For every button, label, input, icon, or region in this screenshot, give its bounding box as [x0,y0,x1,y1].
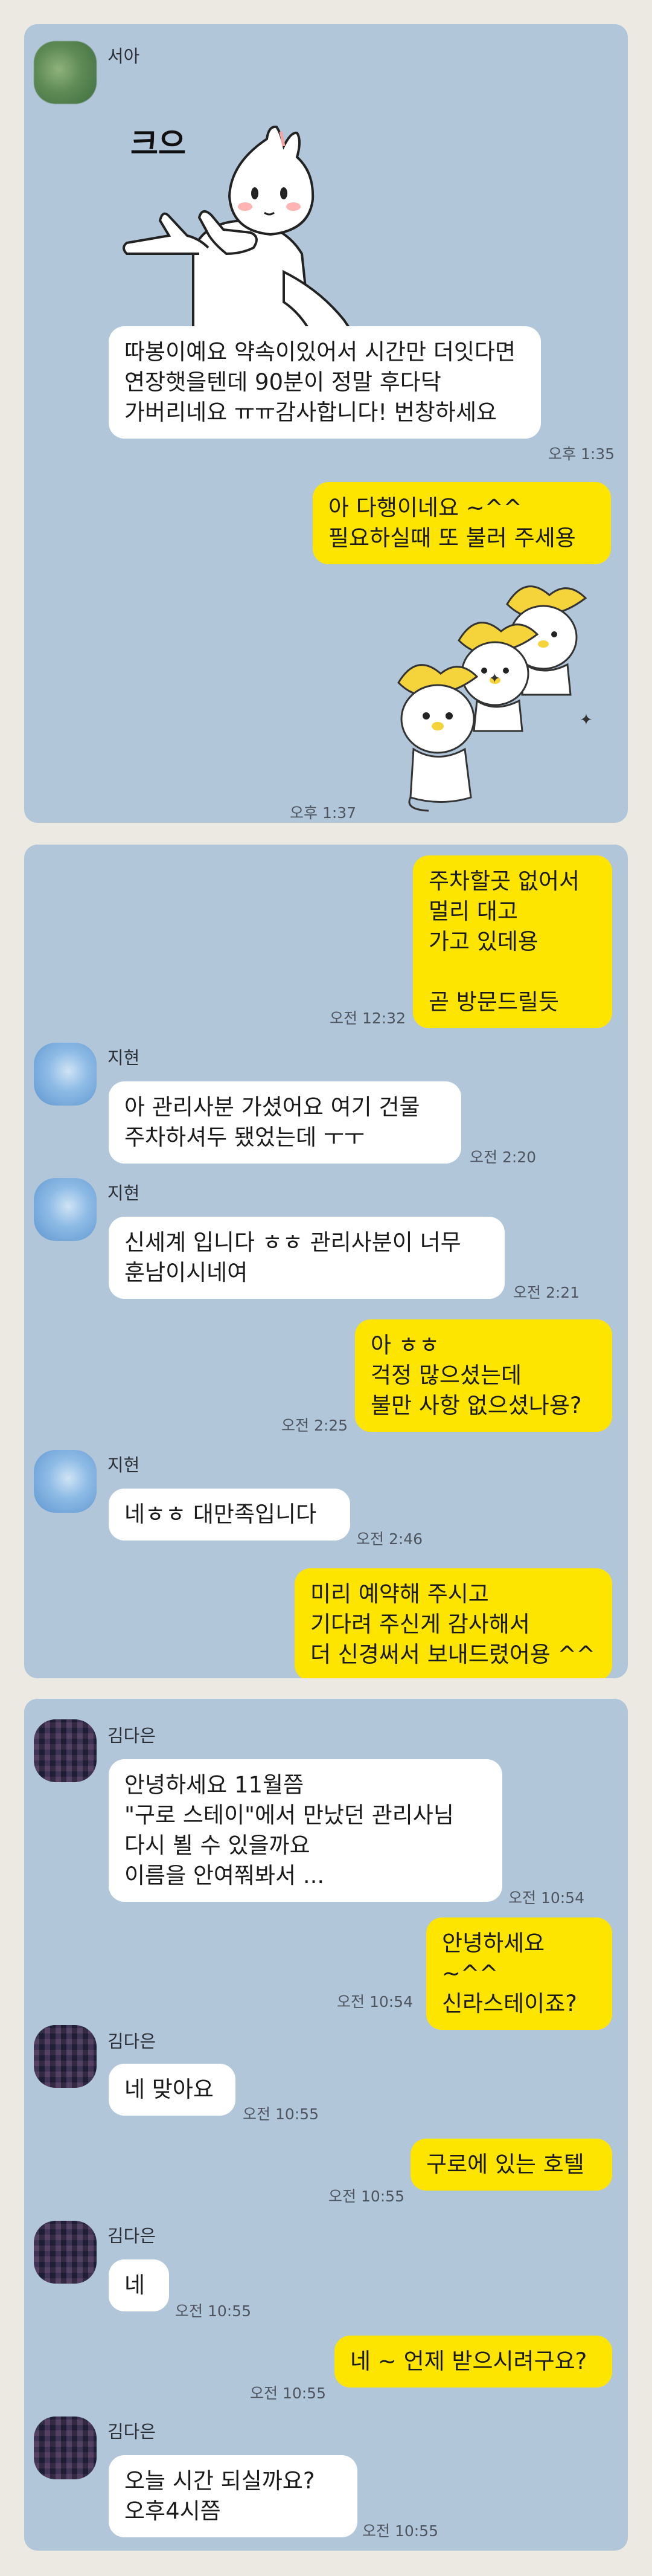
sender-name: 김다은 [107,2226,156,2246]
message-time: 오전 10:55 [328,2188,404,2205]
sender-name: 김다은 [107,1725,156,1746]
avatar[interactable] [34,41,97,104]
message-bubble[interactable]: 오늘 시간 되실까요? 오후4시쯤 [109,2455,357,2537]
message-time: 오전 10:55 [250,2384,326,2402]
message-bubble[interactable]: 구로에 있는 호텔 [411,2139,612,2191]
message-bubble[interactable]: 아 ㅎㅎ 걱정 많으셨는데 불만 사항 없으셨나용? [355,1319,612,1432]
message-time: 오전 10:54 [508,1889,584,1907]
message-time: 오전 12:32 [330,1009,406,1027]
avatar[interactable] [34,2417,97,2479]
message-bubble[interactable]: 네 [109,2259,169,2311]
svg-text:✦: ✦ [489,671,500,686]
sender-name: 서아 [107,46,140,66]
avatar[interactable] [34,1450,97,1513]
message-bubble[interactable]: 안녕하세요 ~^^ 신라스테이죠? [426,1918,612,2030]
message-bubble[interactable]: 따봉이예요 약속이있어서 시간만 더잇다면 연장햇을텐데 90분이 정말 후다닥… [109,326,541,439]
sender-name: 지현 [107,1183,140,1203]
sender-name: 지현 [107,1048,140,1068]
message-bubble[interactable]: 미리 예약해 주시고 기다려 주신게 감사해서 더 신경써서 보내드렸어용 ^^ [295,1568,612,1678]
message-bubble[interactable]: 안녕하세요 11월쯤 "구로 스테이"에서 만났던 관리사님 다시 뵐 수 있을… [109,1759,502,1902]
message-time: 오전 10:55 [175,2302,251,2320]
message-bubble[interactable]: 네ㅎㅎ 대만족입니다 [109,1489,350,1541]
dancing-bunny-sticker[interactable]: ✦ ✦ [380,568,610,816]
message-bubble[interactable]: 주차할곳 없어서 멀리 대고 가고 있데용 곧 방문드릴듯 [413,855,612,1028]
message-time: 오후 1:37 [290,804,357,822]
message-bubble[interactable]: 아 관리사분 가셨어요 여기 건물 주차하셔두 됐었는데 ㅜㅜ [109,1081,461,1164]
sender-name: 지현 [107,1455,140,1475]
svg-text:✦: ✦ [580,711,593,729]
message-bubble[interactable]: 신세계 입니다 ㅎㅎ 관리사분이 너무 훈남이시네여 [109,1217,505,1299]
message-time: 오전 2:20 [470,1148,537,1166]
thumbs-up-character-sticker[interactable]: 크으 [103,72,380,344]
message-bubble[interactable]: 네 맞아요 [109,2064,235,2116]
message-time: 오전 2:46 [356,1530,423,1548]
message-bubble[interactable]: 아 다행이네요 ~^^ 필요하실때 또 불러 주세용 [313,482,611,564]
sender-name: 김다은 [107,2421,156,2442]
message-time: 오전 10:54 [337,1993,413,2011]
message-time: 오전 2:21 [513,1284,580,1301]
message-time: 오전 10:55 [243,2105,319,2123]
avatar[interactable] [34,2221,97,2284]
sender-name: 김다은 [107,2031,156,2052]
avatar[interactable] [34,1178,97,1241]
message-time: 오후 1:35 [548,445,615,463]
avatar[interactable] [34,2025,97,2088]
avatar[interactable] [34,1719,97,1782]
avatar[interactable] [34,1043,97,1106]
message-time: 오전 2:25 [281,1417,348,1434]
message-bubble[interactable]: 네 ~ 언제 받으시려구요? [334,2336,612,2388]
chat-panel-1: 서아 크으 따봉이예요 약속이있어서 시간만 더잇다면 연장햇을텐데 90분이 … [24,24,628,823]
chat-panel-2: 주차할곳 없어서 멀리 대고 가고 있데용 곧 방문드릴듯 오전 12:32 지… [24,845,628,1678]
message-time: 오전 10:55 [362,2522,438,2540]
chat-panel-3: 김다은 안녕하세요 11월쯤 "구로 스테이"에서 만났던 관리사님 다시 뵐 … [24,1699,628,2551]
